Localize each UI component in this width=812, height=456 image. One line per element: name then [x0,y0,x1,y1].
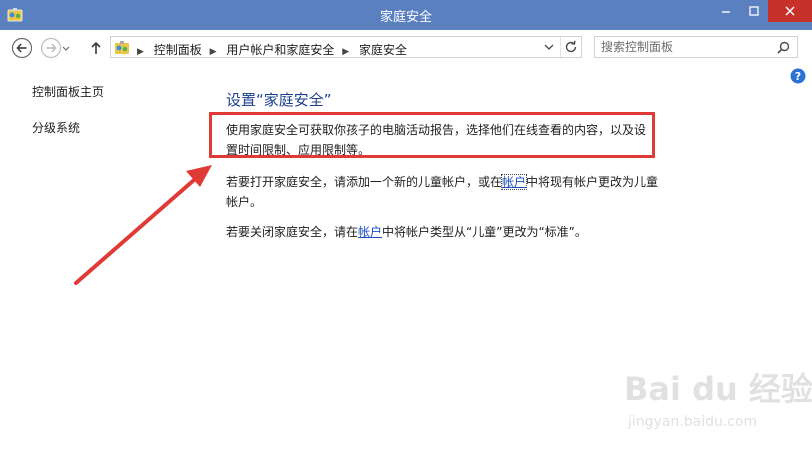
search-box[interactable] [594,36,798,58]
search-input[interactable] [601,39,771,55]
disable-text-before: 若要关闭家庭安全，请在 [226,225,359,239]
minimize-icon [722,11,730,13]
breadcrumb-separator-icon[interactable]: ▶ [210,47,217,57]
watermark-logo-text: Bai du 经验 [624,370,812,408]
watermark-url: jingyan.baidu.com [628,414,758,430]
maximize-icon [749,6,759,16]
back-button[interactable] [11,37,33,59]
navigation-bar: ▶ 控制面板 ▶ 用户帐户和家庭安全 ▶ 家庭安全 [0,30,812,64]
address-dropdown-icon[interactable] [539,37,559,57]
address-bar[interactable]: ▶ 控制面板 ▶ 用户帐户和家庭安全 ▶ 家庭安全 [110,36,582,58]
disable-text-after: 中将帐户类型从“儿童”更改为“标准”。 [382,225,587,239]
help-icon[interactable]: ? [790,68,806,84]
minimize-button[interactable] [712,0,740,22]
breadcrumb-user-accounts[interactable]: 用户帐户和家庭安全 [226,43,334,57]
refresh-icon [565,40,577,53]
title-bar: 家庭安全 [0,0,812,30]
forward-button[interactable] [40,37,62,59]
sidebar-item-rating-systems[interactable]: 分级系统 [32,119,80,136]
up-arrow-icon [91,41,101,54]
sidebar-item-control-panel-home[interactable]: 控制面板主页 [32,83,104,100]
back-arrow-icon [11,37,33,59]
close-icon [785,6,795,16]
breadcrumb-separator-icon[interactable]: ▶ [137,47,144,57]
enable-text-before: 若要打开家庭安全，请添加一个新的儿童帐户，或在 [226,175,503,189]
window-title: 家庭安全 [379,10,432,25]
svg-text:?: ? [795,70,801,83]
breadcrumb: ▶ 控制面板 ▶ 用户帐户和家庭安全 ▶ 家庭安全 [137,41,407,58]
enable-instructions: 若要打开家庭安全，请添加一个新的儿童帐户，或在帐户中将现有帐户更改为儿童帐户。 [226,172,666,212]
close-button[interactable] [768,0,812,22]
control-panel-icon [115,41,129,54]
breadcrumb-separator-icon[interactable]: ▶ [342,47,349,57]
recent-pages-chevron-icon[interactable] [61,39,71,59]
highlight-box [209,112,655,158]
maximize-button[interactable] [740,0,768,22]
breadcrumb-family-safety[interactable]: 家庭安全 [359,43,407,57]
baidu-watermark: Bai du 经验 jingyan.baidu.com [624,364,812,448]
accounts-link[interactable]: 帐户 [358,225,382,239]
page-title: 设置“家庭安全” [226,91,332,109]
up-button[interactable] [87,38,105,58]
refresh-button[interactable] [560,37,582,57]
forward-arrow-icon [40,37,62,59]
breadcrumb-control-panel[interactable]: 控制面板 [154,43,202,57]
disable-instructions: 若要关闭家庭安全，请在帐户中将帐户类型从“儿童”更改为“标准”。 [226,222,666,242]
search-icon[interactable] [775,40,791,56]
accounts-link[interactable]: 帐户 [501,174,528,190]
